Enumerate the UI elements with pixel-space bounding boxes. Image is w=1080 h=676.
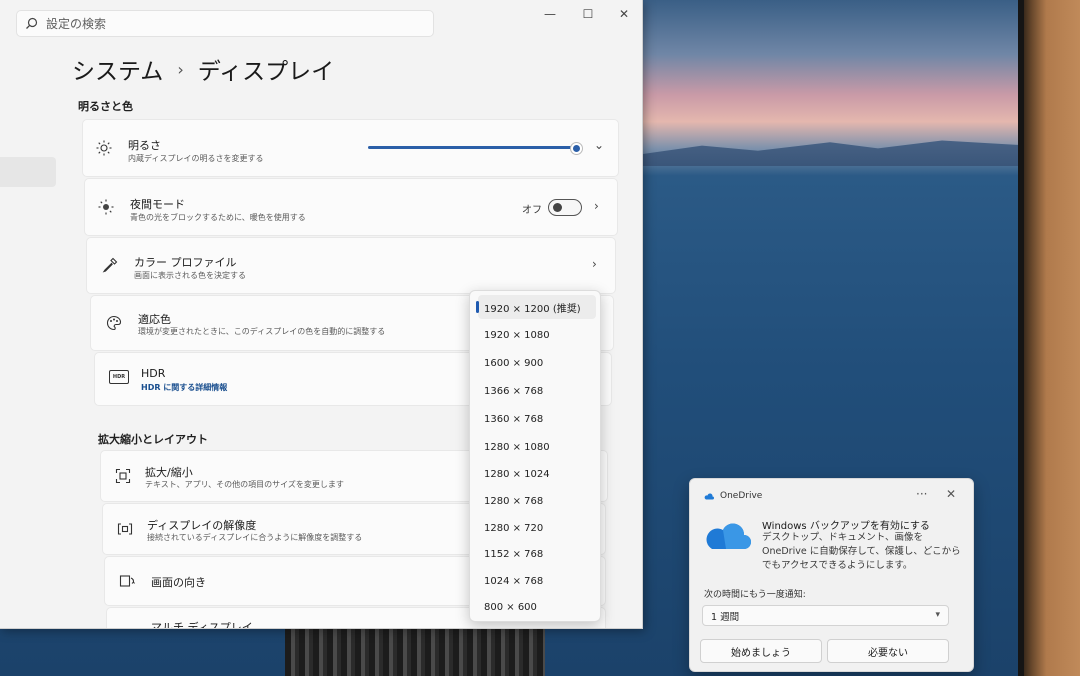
toast-app-name: OneDrive	[720, 491, 763, 501]
night-mode-subtitle: 青色の光をブロックするために、暖色を使用する	[130, 213, 306, 222]
toast-title: Windows バックアップを有効にする	[762, 521, 930, 532]
background-wood	[1024, 0, 1080, 676]
sun-icon	[95, 139, 113, 157]
hdr-icon: HDR	[109, 370, 129, 384]
hdr-title: HDR	[141, 367, 166, 380]
color-profile-card[interactable]: カラー プロファイル 画面に表示される色を決定する ›	[86, 237, 616, 294]
orientation-icon	[118, 572, 136, 590]
resolution-option[interactable]: 1920 × 1200 (推奨)	[476, 295, 596, 319]
adaptive-color-title: 適応色	[138, 313, 171, 326]
scale-subtitle: テキスト、アプリ、その他の項目のサイズを変更します	[145, 480, 344, 489]
chevron-right-icon[interactable]: ›	[592, 257, 597, 271]
orientation-title: 画面の向き	[151, 576, 206, 589]
resolution-title: ディスプレイの解像度	[147, 519, 257, 532]
search-box[interactable]: 設定の検索	[16, 10, 434, 37]
night-mode-state: オフ	[522, 205, 542, 216]
minimize-button[interactable]: —	[532, 4, 568, 24]
scale-title: 拡大/縮小	[145, 466, 193, 479]
resolution-option[interactable]: 1280 × 768	[478, 489, 596, 513]
night-mode-title: 夜間モード	[130, 198, 185, 211]
resolution-option[interactable]: 1366 × 768	[478, 379, 596, 403]
toast-body: デスクトップ、ドキュメント、画像を OneDrive に自動保存して、保護し、ど…	[762, 532, 961, 571]
resolution-dropdown[interactable]: 1920 × 1200 (推奨) 1920 × 1080 1600 × 900 …	[469, 290, 601, 622]
not-needed-button[interactable]: 必要ない	[827, 639, 949, 663]
wallpaper-mountains	[630, 140, 1030, 166]
palette-icon	[105, 314, 123, 332]
breadcrumb-separator: ›	[177, 59, 184, 79]
onedrive-notification[interactable]: OneDrive ··· ✕ Windows バックアップを有効にする デスクト…	[689, 478, 974, 672]
page-title: ディスプレイ	[197, 59, 335, 85]
onedrive-cloud-icon	[706, 523, 751, 549]
more-options-icon[interactable]: ···	[916, 487, 927, 501]
night-mode-toggle[interactable]	[548, 199, 582, 216]
get-started-button[interactable]: 始めましょう	[700, 639, 822, 663]
breadcrumb: システム › ディスプレイ	[72, 52, 334, 86]
maximize-button[interactable]: ☐	[570, 4, 606, 24]
eyedropper-icon	[101, 256, 119, 274]
scale-icon	[114, 467, 132, 485]
night-light-icon	[97, 198, 115, 216]
toast-header: OneDrive	[704, 491, 762, 501]
chevron-right-icon[interactable]: ›	[594, 199, 599, 213]
resolution-option[interactable]: 800 × 600	[478, 595, 596, 619]
resolution-option[interactable]: 1360 × 768	[478, 407, 596, 431]
brightness-slider-thumb[interactable]	[570, 142, 583, 155]
resolution-option[interactable]: 1152 × 768	[478, 542, 596, 566]
resolution-icon	[116, 520, 134, 538]
color-profile-title: カラー プロファイル	[134, 256, 237, 269]
brightness-title: 明るさ	[128, 139, 161, 152]
resolution-option[interactable]: 1920 × 1080	[478, 323, 596, 347]
nav-selected-indicator[interactable]	[0, 157, 56, 187]
hdr-learn-more-link[interactable]: HDR に関する詳細情報	[141, 382, 227, 393]
resolution-option[interactable]: 1280 × 1024	[478, 462, 596, 486]
remind-label: 次の時間にもう一度通知:	[704, 590, 806, 600]
remind-select-value: 1 週間	[711, 611, 740, 623]
chevron-down-icon[interactable]: ⌄	[594, 138, 604, 152]
adaptive-color-subtitle: 環境が変更されたときに、このディスプレイの色を自動的に調整する	[138, 327, 386, 336]
multi-display-title: マルチ ディスプレイ	[151, 621, 253, 629]
settings-window: 設定の検索 — ☐ ✕ システム › ディスプレイ 明るさと色 明るさ 内蔵ディ…	[0, 0, 643, 629]
section-scale-layout: 拡大縮小とレイアウト	[98, 433, 208, 446]
resolution-option[interactable]: 1280 × 720	[478, 516, 596, 540]
brightness-subtitle: 内蔵ディスプレイの明るさを変更する	[128, 154, 264, 163]
toast-close-icon[interactable]: ✕	[946, 487, 956, 501]
chevron-down-icon: ▾	[935, 610, 940, 620]
onedrive-small-icon	[704, 493, 714, 500]
section-brightness-color: 明るさと色	[78, 100, 133, 113]
close-button[interactable]: ✕	[606, 4, 642, 24]
resolution-subtitle: 接続されているディスプレイに合うように解像度を調整する	[147, 533, 363, 542]
breadcrumb-system[interactable]: システム	[72, 52, 163, 86]
brightness-slider-track[interactable]	[368, 146, 574, 149]
color-profile-subtitle: 画面に表示される色を決定する	[134, 271, 246, 280]
resolution-option[interactable]: 1600 × 900	[478, 351, 596, 375]
remind-select[interactable]: 1 週間 ▾	[702, 605, 949, 626]
resolution-option[interactable]: 1024 × 768	[478, 569, 596, 593]
search-input[interactable]: 設定の検索	[46, 15, 106, 32]
resolution-option[interactable]: 1280 × 1080	[478, 435, 596, 459]
search-icon	[25, 17, 39, 31]
